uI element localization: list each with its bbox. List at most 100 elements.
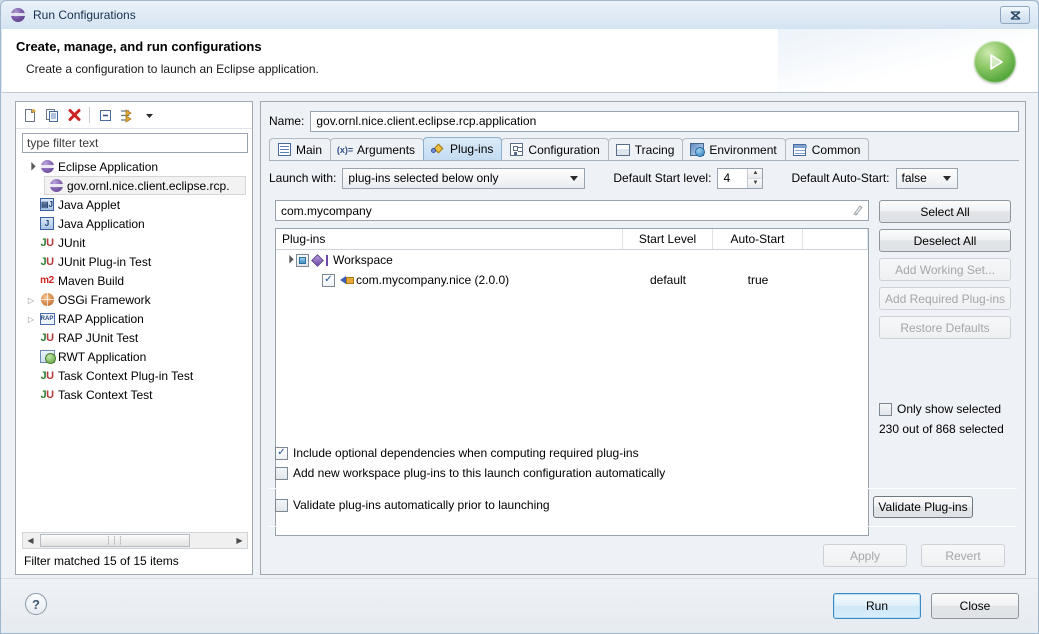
collapse-all-icon[interactable] [94, 105, 116, 126]
duplicate-launch-configuration-icon[interactable] [41, 105, 63, 126]
expand-twisty-icon[interactable] [24, 295, 38, 305]
launch-configuration-tree[interactable]: Eclipse Application gov.ornl.nice.client… [22, 157, 248, 529]
tree-item-rwt-application[interactable]: RWT Application [22, 347, 248, 366]
deselect-all-button[interactable]: Deselect All [879, 229, 1011, 252]
tree-item-junit-plug-in-test[interactable]: JU JUnit Plug-in Test [22, 252, 248, 271]
expand-twisty-icon[interactable] [24, 314, 38, 324]
include-optional-dependencies-label: Include optional dependencies when compu… [293, 446, 639, 460]
revert-button[interactable]: Revert [921, 544, 1005, 567]
help-icon: ? [32, 596, 40, 612]
scrollbar-track[interactable]: ┆┆┆ [38, 533, 232, 548]
table-row[interactable]: ✓ com.mycompany.nice (2.0.0) default tru… [276, 270, 868, 290]
add-new-workspace-plugins-row[interactable]: Add new workspace plug-ins to this launc… [275, 466, 665, 480]
column-header-plug-ins[interactable]: Plug-ins [276, 229, 623, 249]
clear-icon[interactable] [852, 204, 863, 219]
tree-item-gov-ornl-nice-client-eclipse-rcp[interactable]: gov.ornl.nice.client.eclipse.rcp. [44, 176, 246, 195]
tree-item-java-application[interactable]: J Java Application [22, 214, 248, 233]
spinner-up-icon[interactable]: ▲ [748, 168, 763, 179]
run-configurations-dialog: Run Configurations Create, manage, and r… [0, 0, 1039, 634]
apply-button[interactable]: Apply [823, 544, 907, 567]
tab-tracing[interactable]: Tracing [607, 138, 684, 160]
add-required-plug-ins-button[interactable]: Add Required Plug-ins [879, 287, 1011, 310]
tree-item-java-applet[interactable]: ▤J Java Applet [22, 195, 248, 214]
only-show-selected-checkbox[interactable] [879, 402, 892, 416]
eclipse-icon [11, 7, 27, 23]
configuration-name-input[interactable]: gov.ornl.nice.client.eclipse.rcp.applica… [310, 110, 1019, 132]
tree-item-label: gov.ornl.nice.client.eclipse.rcp. [67, 178, 230, 193]
plugin-filter-input[interactable]: com.mycompany [275, 200, 869, 221]
default-auto-start-combo[interactable]: false [895, 167, 958, 189]
include-optional-dependencies-row[interactable]: ✓ Include optional dependencies when com… [275, 446, 639, 460]
page-title: Create, manage, and run configurations [16, 39, 262, 54]
tab-main[interactable]: Main [269, 138, 332, 160]
restore-defaults-button[interactable]: Restore Defaults [879, 316, 1011, 339]
run-play-icon [974, 41, 1016, 83]
validate-plugins-checkbox[interactable] [275, 498, 288, 512]
workspace-group-checkbox[interactable] [296, 253, 309, 267]
tree-item-rap-application[interactable]: RAP RAP Application [22, 309, 248, 328]
include-optional-dependencies-checkbox[interactable]: ✓ [275, 446, 288, 460]
tree-item-eclipse-application[interactable]: Eclipse Application [22, 157, 248, 176]
table-row-start-level: default [649, 273, 687, 287]
spinner-buttons[interactable]: ▲ ▼ [747, 168, 763, 188]
tab-configuration[interactable]: Configuration [501, 138, 609, 160]
validate-plug-ins-button[interactable]: Validate Plug-ins [873, 496, 973, 518]
plugin-filter-value: com.mycompany [281, 203, 372, 218]
tab-common[interactable]: Common [784, 138, 870, 160]
column-header-start-level[interactable]: Start Level [623, 229, 713, 249]
select-all-button[interactable]: Select All [879, 200, 1011, 223]
scrollbar-thumb[interactable]: ┆┆┆ [40, 534, 190, 547]
expand-twisty-icon[interactable] [282, 255, 296, 265]
junit-plugin-test-icon: JU [40, 255, 54, 268]
tree-item-osgi-framework[interactable]: OSGi Framework [22, 290, 248, 309]
add-working-set-button[interactable]: Add Working Set... [879, 258, 1011, 281]
delete-launch-configuration-icon[interactable] [63, 105, 85, 126]
only-show-selected-row[interactable]: Only show selected [879, 402, 1001, 416]
tree-item-maven-build[interactable]: m2 Maven Build [22, 271, 248, 290]
eclipse-icon [47, 179, 65, 192]
column-header-auto-start[interactable]: Auto-Start [713, 229, 803, 249]
plugin-checkbox[interactable]: ✓ [322, 273, 335, 287]
filter-launch-configurations-icon[interactable] [116, 105, 138, 126]
configuration-name-row: Name: gov.ornl.nice.client.eclipse.rcp.a… [269, 110, 1019, 132]
tree-item-junit[interactable]: JU JUnit [22, 233, 248, 252]
rap-icon: RAP [38, 312, 56, 325]
launch-with-value: plug-ins selected below only [348, 171, 499, 185]
table-row[interactable]: Workspace [276, 250, 868, 270]
launch-with-label: Launch with: [269, 171, 337, 185]
tree-item-task-context-plug-in-test[interactable]: JU Task Context Plug-in Test [22, 366, 248, 385]
tab-label: Configuration [528, 142, 600, 157]
tab-arguments[interactable]: (x)= Arguments [330, 138, 425, 160]
tree-item-label: JUnit [58, 235, 86, 250]
new-launch-configuration-icon[interactable] [19, 105, 41, 126]
close-window-button[interactable] [1000, 6, 1030, 24]
help-button[interactable]: ? [25, 593, 47, 615]
tree-item-task-context-test[interactable]: JU Task Context Test [22, 385, 248, 404]
tab-label: Common [811, 142, 861, 157]
spinner-down-icon[interactable]: ▼ [748, 178, 763, 188]
run-button[interactable]: Run [833, 593, 921, 619]
maven-icon: m2 [40, 275, 54, 286]
launch-with-combo[interactable]: plug-ins selected below only [342, 167, 586, 189]
column-header-filler [803, 229, 868, 249]
scroll-right-arrow-icon[interactable]: ▶ [232, 536, 247, 545]
plugins-table[interactable]: Plug-ins Start Level Auto-Start ◢ Worksp… [275, 228, 869, 536]
launch-config-filter-input[interactable]: type filter text [22, 133, 248, 153]
tab-plug-ins[interactable]: Plug-ins [423, 137, 503, 160]
dialog-footer: ? Run Close [1, 578, 1038, 633]
add-new-workspace-plugins-checkbox[interactable] [275, 466, 288, 480]
common-tab-icon [792, 143, 808, 157]
tab-label: Environment [709, 142, 777, 157]
default-start-level-spinner[interactable]: 4 ▲ ▼ [717, 167, 764, 189]
tab-label: Plug-ins [450, 142, 494, 156]
arguments-tab-icon: (x)= [336, 144, 354, 155]
scroll-left-arrow-icon[interactable]: ◀ [23, 536, 38, 545]
close-button[interactable]: Close [931, 593, 1019, 619]
view-menu-chevron-icon[interactable] [138, 105, 160, 126]
expand-twisty-icon[interactable] [24, 162, 38, 172]
tree-item-rap-junit-test[interactable]: JU RAP JUnit Test [22, 328, 248, 347]
selection-count-text: 230 out of 868 selected [879, 422, 1004, 436]
tree-horizontal-scrollbar[interactable]: ◀ ┆┆┆ ▶ [22, 532, 248, 549]
tab-environment[interactable]: Environment [682, 138, 786, 160]
validate-plugins-row[interactable]: Validate plug-ins automatically prior to… [275, 498, 550, 512]
